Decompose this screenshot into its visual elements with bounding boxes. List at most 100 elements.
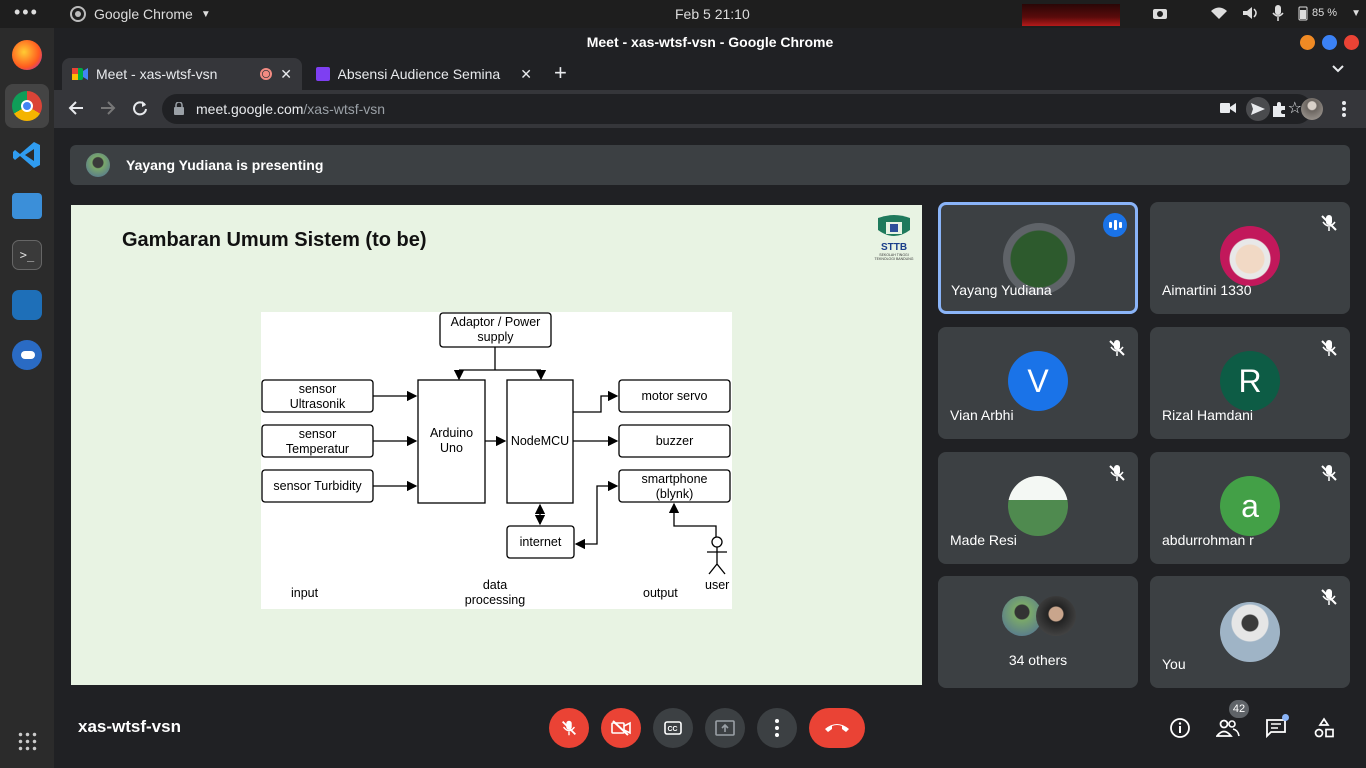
captions-button[interactable]: CC [653, 708, 693, 748]
diagram-connectors [261, 312, 731, 575]
tab-strip: Meet - xas-wtsf-vsn ✕ Absensi Audience S… [54, 56, 1366, 90]
tab-close-icon[interactable]: ✕ [520, 66, 532, 83]
settings-icon[interactable] [12, 290, 42, 320]
presenting-banner: Yayang Yudiana is presenting [70, 145, 1350, 185]
meet-icon [72, 67, 88, 81]
volume-icon [1242, 6, 1258, 20]
label-in1-line2: Ultrasonik [289, 397, 346, 411]
people-icon [1216, 719, 1240, 737]
clock[interactable]: Feb 5 21:10 [675, 6, 750, 22]
tab-search-icon[interactable] [1331, 64, 1345, 74]
reload-icon[interactable] [132, 100, 148, 116]
chat-button[interactable] [1262, 714, 1290, 742]
label-out3-line2: (blynk) [655, 487, 694, 501]
participant-tile[interactable]: R Rizal Hamdani [1150, 327, 1350, 439]
participant-tile[interactable]: Yayang Yudiana [938, 202, 1138, 314]
participant-name: Vian Arbhi [950, 407, 1014, 423]
tab-absensi[interactable]: Absensi Audience Semina ✕ [306, 58, 542, 90]
microphone-icon [1272, 5, 1284, 21]
presenting-text: Yayang Yudiana is presenting [126, 157, 324, 173]
bookmark-star-icon[interactable]: ☆ [1288, 94, 1302, 124]
minimize-button[interactable] [1300, 35, 1315, 50]
hang-up-icon [825, 724, 849, 732]
mic-toggle-button[interactable] [549, 708, 589, 748]
label-arduino: Arduino Uno [418, 426, 485, 456]
profile-avatar[interactable] [1301, 98, 1323, 120]
mic-off-icon [1106, 462, 1128, 484]
forward-icon[interactable] [100, 100, 116, 116]
label-out3-line1: smartphone [641, 472, 708, 486]
avatar-initial: R [1238, 363, 1262, 399]
meeting-code[interactable]: xas-wtsf-vsn [78, 717, 181, 737]
label-in2: sensor Temperatur [262, 427, 373, 457]
send-icon[interactable] [1246, 97, 1270, 121]
url-path: /xas-wtsf-vsn [303, 101, 386, 117]
participant-tile[interactable]: Made Resi [938, 452, 1138, 564]
leave-call-button[interactable] [809, 708, 865, 748]
participant-tile[interactable]: Aimartini 1330 [1150, 202, 1350, 314]
chrome-menu-icon[interactable] [1342, 101, 1346, 117]
label-power-line2: supply [477, 330, 514, 344]
people-button[interactable]: 42 [1214, 700, 1249, 742]
vscode-icon[interactable] [12, 140, 42, 170]
wifi-icon [1210, 6, 1228, 20]
close-window-button[interactable] [1344, 35, 1359, 50]
avatar [1220, 226, 1280, 286]
label-power-line1: Adaptor / Power [450, 315, 541, 329]
firefox-icon[interactable] [12, 40, 42, 70]
label-user: user [705, 578, 730, 592]
label-nodemcu: NodeMCU [510, 434, 570, 448]
mic-off-icon [1318, 462, 1340, 484]
others-tile[interactable]: 34 others [938, 576, 1138, 688]
activities-panel-button[interactable] [1310, 714, 1338, 742]
label-in3: sensor Turbidity [273, 479, 362, 493]
terminal-icon[interactable]: >_ [12, 240, 42, 270]
activities-icon [1314, 717, 1334, 738]
toggle-app-icon[interactable] [12, 340, 42, 370]
svg-text:CC: CC [668, 726, 678, 733]
label-out1: motor servo [641, 389, 708, 403]
meeting-info-button[interactable] [1166, 714, 1194, 742]
activities-button[interactable]: ••• [14, 3, 39, 21]
participant-name: Rizal Hamdani [1162, 407, 1254, 423]
address-bar[interactable]: meet.google.com/xas-wtsf-vsn ☆ [162, 94, 1312, 124]
new-tab-button[interactable]: + [554, 60, 567, 86]
system-tray[interactable]: 85 % ▼ [1152, 5, 1361, 21]
label-in1: sensor Ultrasonik [262, 382, 373, 412]
camera-icon[interactable] [1220, 102, 1236, 114]
label-in2-line2: Temperatur [285, 442, 350, 456]
captions-icon: CC [664, 721, 682, 735]
tab-meet[interactable]: Meet - xas-wtsf-vsn ✕ [62, 58, 302, 90]
more-options-button[interactable] [757, 708, 797, 748]
power-menu-icon: ▼ [1351, 7, 1361, 19]
files-icon[interactable] [12, 193, 42, 219]
app-menu[interactable]: Google Chrome ▼ [70, 6, 211, 22]
participant-tile[interactable]: V Vian Arbhi [938, 327, 1138, 439]
label-process-line2: processing [464, 593, 526, 607]
maximize-button[interactable] [1322, 35, 1337, 50]
show-apps-icon[interactable] [17, 731, 37, 751]
participant-name: Aimartini 1330 [1162, 282, 1252, 298]
tab-close-icon[interactable]: ✕ [280, 66, 292, 83]
mic-off-icon [1106, 337, 1128, 359]
camera-toggle-button[interactable] [601, 708, 641, 748]
avatar: a [1220, 476, 1280, 536]
more-vert-icon [775, 719, 779, 737]
present-screen-button[interactable] [705, 708, 745, 748]
others-count: 34 others [1008, 652, 1068, 668]
battery-percent: 85 % [1312, 7, 1338, 19]
logo-text: STTB [880, 242, 908, 253]
user-actor [707, 536, 727, 575]
label-output: output [643, 586, 678, 600]
participant-name: You [1162, 656, 1186, 672]
self-tile[interactable]: You [1150, 576, 1350, 688]
label-out2: buzzer [655, 434, 694, 448]
extensions-icon[interactable] [1271, 101, 1287, 117]
back-icon[interactable] [68, 100, 84, 116]
chrome-dock-icon[interactable] [12, 91, 42, 121]
lock-icon [174, 102, 184, 115]
logo-subtext: SEKOLAH TINGGI TEKNOLOGI BANDUNG [874, 253, 914, 261]
mic-off-icon [1318, 337, 1340, 359]
label-arduino-line2: Uno [440, 441, 463, 455]
participant-tile[interactable]: a abdurrohman r [1150, 452, 1350, 564]
